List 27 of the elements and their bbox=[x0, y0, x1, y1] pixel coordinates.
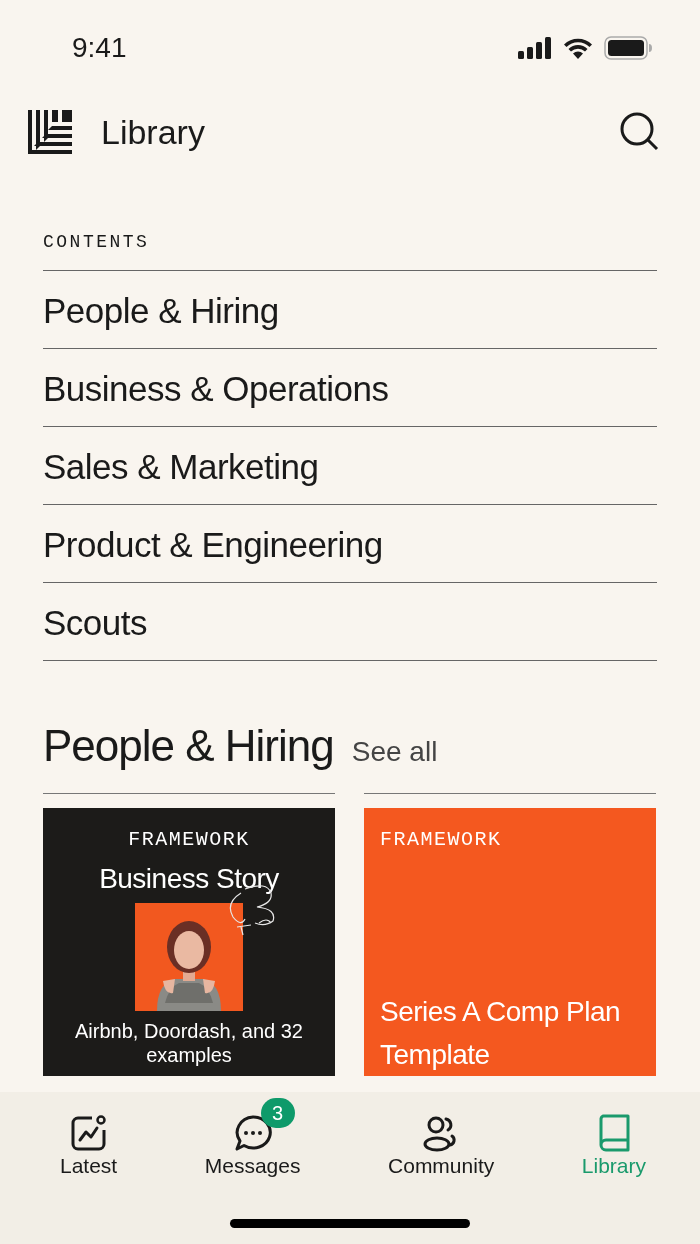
contents-item[interactable]: Business & Operations bbox=[43, 349, 657, 427]
book-icon bbox=[596, 1114, 631, 1152]
card-tag: FRAMEWORK bbox=[128, 828, 250, 851]
logo-icon bbox=[28, 110, 72, 154]
battery-icon bbox=[604, 36, 652, 60]
wifi-icon bbox=[562, 37, 594, 59]
section-label: CONTENTS bbox=[43, 232, 657, 271]
card-tag: FRAMEWORK bbox=[380, 828, 640, 851]
tab-item[interactable]: 3 Messages bbox=[190, 1096, 315, 1178]
page-title: Library bbox=[101, 112, 206, 152]
framework-card[interactable]: FRAMEWORK Business Story Airbnb, Doordash, and 32 examples bbox=[43, 808, 335, 1076]
see-all-link[interactable]: See all bbox=[351, 736, 438, 768]
chart-icon bbox=[69, 1114, 108, 1152]
status-time: 9:41 bbox=[72, 32, 127, 64]
contents-item[interactable]: People & Hiring bbox=[43, 271, 657, 349]
contents-item[interactable]: Scouts bbox=[43, 583, 657, 661]
signal-icon bbox=[518, 37, 552, 59]
section-title: People & Hiring bbox=[43, 721, 334, 771]
tab-item[interactable]: Latest bbox=[46, 1096, 132, 1178]
contents-item[interactable]: Product & Engineering bbox=[43, 505, 657, 583]
card-caption: Airbnb, Doordash, and 32 examples bbox=[74, 1019, 304, 1067]
search-icon[interactable] bbox=[620, 112, 660, 152]
contents-item[interactable]: Sales & Marketing bbox=[43, 427, 657, 505]
card-title: Business Story bbox=[99, 863, 279, 895]
card-title: Series A Comp Plan Template bbox=[380, 995, 622, 1072]
tab-item[interactable]: Community bbox=[374, 1096, 509, 1178]
unread-badge: 3 bbox=[260, 1098, 295, 1128]
